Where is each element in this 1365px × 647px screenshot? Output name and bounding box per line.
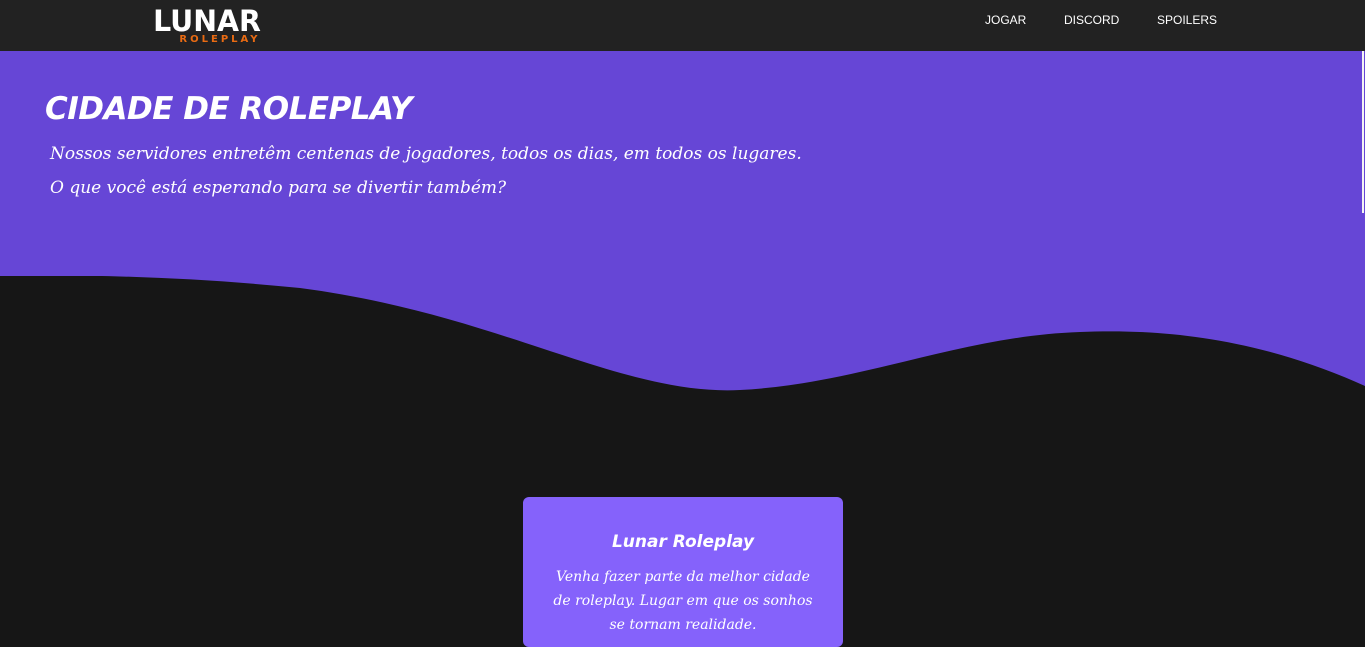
nav-link-spoilers[interactable]: SPOILERS: [1157, 12, 1217, 28]
nav-link-discord[interactable]: DISCORD: [1064, 12, 1119, 28]
card-description: Venha fazer parte da melhor cidade de ro…: [553, 569, 813, 633]
nav-link-jogar[interactable]: JOGAR: [985, 12, 1026, 28]
hero-title: CIDADE DE ROLEPLAY: [45, 91, 412, 127]
brand-logo[interactable]: LUNAR ROLEPLAY: [140, 7, 274, 45]
hero-description-line-2: O que você está esperando para se divert…: [50, 178, 507, 198]
brand-tagline: ROLEPLAY: [179, 34, 261, 45]
hero-description-line-1: Nossos servidores entretêm centenas de j…: [50, 144, 802, 164]
card-title: Lunar Roleplay: [611, 532, 755, 552]
hero-wave-divider: [0, 274, 1365, 391]
scrollbar[interactable]: [1362, 51, 1364, 213]
info-card: Lunar Roleplay Venha fazer parte da melh…: [523, 497, 843, 647]
top-navbar: LUNAR ROLEPLAY JOGAR DISCORD SPOILERS: [0, 0, 1365, 51]
brand-name: LUNAR: [153, 4, 261, 38]
